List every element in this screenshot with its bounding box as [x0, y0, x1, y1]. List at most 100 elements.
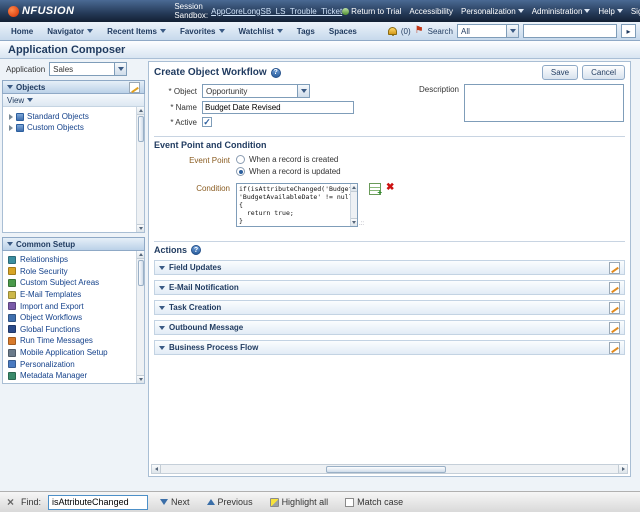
expand-icon[interactable]	[9, 114, 13, 120]
name-input[interactable]	[202, 101, 354, 114]
tree-item-standard-objects[interactable]: Standard Objects	[5, 111, 142, 122]
radio-label: When a record is updated	[249, 167, 341, 176]
tree-item-label: Custom Objects	[27, 123, 84, 132]
find-input[interactable]	[48, 495, 148, 510]
view-menu[interactable]: View	[7, 96, 24, 105]
sidebar-item-run-time-messages[interactable]: Run Time Messages	[3, 335, 144, 347]
notifications-bell-icon[interactable]	[388, 27, 397, 35]
sign-out-link[interactable]: Sign Out	[631, 7, 640, 16]
radio-record-updated[interactable]: When a record is updated	[236, 167, 341, 176]
sidebar-item-custom-subject-areas[interactable]: Custom Subject Areas	[3, 277, 144, 289]
sidebar-item-global-functions[interactable]: Global Functions	[3, 324, 144, 336]
scroll-thumb[interactable]	[138, 260, 144, 286]
scroll-right-arrow[interactable]	[618, 465, 627, 473]
scroll-up-arrow[interactable]	[137, 107, 144, 115]
common-setup-panel-header[interactable]: Common Setup	[2, 237, 145, 251]
scroll-thumb[interactable]	[138, 116, 144, 142]
expression-builder-icon[interactable]	[369, 183, 381, 195]
object-select[interactable]: Opportunity	[202, 84, 310, 98]
tree-item-custom-objects[interactable]: Custom Objects	[5, 122, 142, 133]
search-scope-select[interactable]: All	[457, 24, 519, 38]
chevron-down-icon	[159, 326, 165, 330]
scroll-left-arrow[interactable]	[152, 465, 161, 473]
search-input[interactable]	[523, 24, 617, 38]
expand-icon[interactable]	[9, 125, 13, 131]
description-textarea[interactable]	[464, 84, 624, 122]
objects-panel-header[interactable]: Objects	[2, 80, 145, 94]
save-button[interactable]: Save	[542, 65, 578, 80]
common-setup-scrollbar[interactable]	[136, 251, 144, 383]
sidebar-item-role-security[interactable]: Role Security	[3, 266, 144, 278]
action-row-label: Field Updates	[169, 263, 221, 272]
application-window: NFUSION Session Sandbox: AppCoreLongSB_L…	[0, 0, 640, 512]
sidebar-item-mobile-application-setup[interactable]: Mobile Application Setup	[3, 347, 144, 359]
help-icon[interactable]	[191, 245, 201, 255]
close-icon[interactable]	[7, 496, 14, 508]
scroll-down-arrow[interactable]	[137, 375, 144, 383]
menu-navigator[interactable]: Navigator	[40, 27, 100, 36]
resize-grip[interactable]: .::	[359, 221, 364, 227]
active-checkbox[interactable]	[202, 117, 212, 127]
scroll-down-arrow[interactable]	[137, 224, 144, 232]
objects-panel-body: View Standard Objects Custom Objects	[2, 94, 145, 233]
condition-scrollbar[interactable]	[350, 184, 357, 226]
help-icon[interactable]	[271, 68, 281, 78]
return-to-trial-link[interactable]: Return to Trial	[342, 7, 401, 16]
highlight-all-button[interactable]: Highlight all	[265, 496, 334, 508]
scroll-up-arrow[interactable]	[351, 184, 358, 192]
scroll-down-arrow[interactable]	[351, 218, 358, 226]
create-action-icon[interactable]	[609, 342, 620, 354]
action-row-field-updates[interactable]: Field Updates	[154, 260, 625, 275]
menu-home[interactable]: Home	[4, 27, 40, 36]
menu-spaces[interactable]: Spaces	[322, 27, 364, 36]
edit-page-icon[interactable]	[129, 82, 140, 93]
match-case-checkbox[interactable]	[345, 498, 354, 507]
objects-scrollbar[interactable]	[136, 107, 144, 232]
scroll-up-arrow[interactable]	[137, 251, 144, 259]
menu-item-label: Home	[11, 27, 33, 36]
administration-menu[interactable]: Administration	[532, 7, 591, 16]
cancel-button[interactable]: Cancel	[582, 65, 625, 80]
find-next-button[interactable]: Next	[155, 496, 195, 508]
horizontal-scrollbar[interactable]	[151, 464, 628, 474]
condition-textarea[interactable]: if(isAttributeChanged('BudgetAvailableDa…	[236, 183, 358, 227]
create-action-icon[interactable]	[609, 282, 620, 294]
object-select-value: Opportunity	[203, 87, 297, 96]
menu-recent-items[interactable]: Recent Items	[100, 27, 173, 36]
create-action-icon[interactable]	[609, 262, 620, 274]
sidebar-item-metadata-manager[interactable]: Metadata Manager	[3, 370, 144, 382]
create-action-icon[interactable]	[609, 302, 620, 314]
menu-favorites[interactable]: Favorites	[173, 27, 232, 36]
create-action-icon[interactable]	[609, 322, 620, 334]
help-menu[interactable]: Help	[598, 7, 622, 16]
sidebar-item-relationships[interactable]: Relationships	[3, 254, 144, 266]
action-row-task-creation[interactable]: Task Creation	[154, 300, 625, 315]
scroll-thumb[interactable]	[326, 466, 446, 473]
action-row-business-process-flow[interactable]: Business Process Flow	[154, 340, 625, 355]
objects-tree: Standard Objects Custom Objects	[3, 107, 144, 137]
application-select[interactable]: Sales	[49, 62, 127, 76]
action-row-outbound-message[interactable]: Outbound Message	[154, 320, 625, 335]
delete-condition-icon[interactable]	[386, 183, 394, 193]
radio-icon[interactable]	[236, 155, 245, 164]
personalization-menu[interactable]: Personalization	[461, 7, 524, 16]
menu-tags[interactable]: Tags	[290, 27, 322, 36]
sidebar-item-object-workflows[interactable]: Object Workflows	[3, 312, 144, 324]
menu-watchlist[interactable]: Watchlist	[232, 27, 290, 36]
sidebar-item-import-export[interactable]: Import and Export	[3, 300, 144, 312]
action-row-email-notification[interactable]: E-Mail Notification	[154, 280, 625, 295]
description-label: Description	[401, 84, 459, 94]
radio-icon-selected[interactable]	[236, 167, 245, 176]
tree-item-label: Standard Objects	[27, 112, 89, 121]
search-go-button[interactable]	[621, 24, 636, 38]
find-previous-button[interactable]: Previous	[202, 496, 258, 508]
flag-icon[interactable]: ⚑	[415, 27, 424, 35]
sidebar-item-email-templates[interactable]: E-Mail Templates	[3, 289, 144, 301]
sidebar-item-personalization[interactable]: Personalization	[3, 358, 144, 370]
action-row-label: Outbound Message	[169, 323, 243, 332]
top-bar: NFUSION Session Sandbox: AppCoreLongSB_L…	[0, 0, 640, 22]
accessibility-link[interactable]: Accessibility	[409, 7, 453, 16]
radio-record-created[interactable]: When a record is created	[236, 155, 341, 164]
session-sandbox-link[interactable]: AppCoreLongSB_LS_Trouble_Ticket	[211, 7, 342, 16]
match-case-option[interactable]: Match case	[340, 496, 408, 508]
